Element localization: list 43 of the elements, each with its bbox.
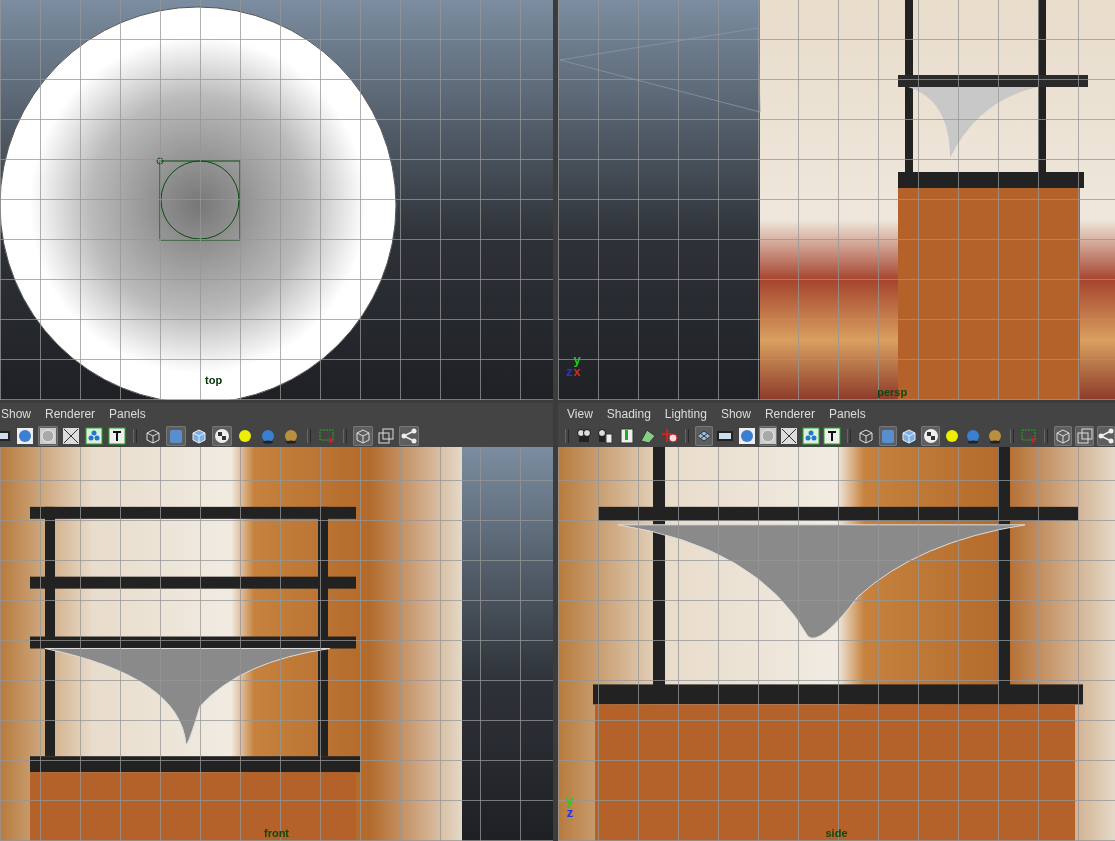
cube-icon[interactable] bbox=[878, 426, 897, 446]
viewport[interactable]: top bbox=[0, 0, 553, 400]
viewport[interactable]: y zx persp bbox=[558, 0, 1115, 400]
circle-icon[interactable] bbox=[38, 426, 58, 446]
book-icon[interactable] bbox=[617, 426, 636, 446]
menu-item[interactable]: Panels bbox=[104, 405, 151, 423]
grid-icon[interactable] bbox=[694, 426, 714, 446]
menu-item[interactable]: Lighting bbox=[659, 405, 712, 423]
box-icon[interactable] bbox=[1054, 426, 1073, 446]
viewport-label: persp bbox=[877, 386, 908, 398]
checker-icon[interactable] bbox=[921, 426, 940, 446]
axis-letter: y bbox=[566, 795, 574, 807]
dots-icon[interactable] bbox=[84, 426, 104, 446]
squares-icon[interactable] bbox=[1075, 426, 1094, 446]
menu-item[interactable]: Show bbox=[715, 405, 756, 423]
axis-letter: y bbox=[573, 354, 581, 366]
axis-letter: x bbox=[573, 366, 581, 378]
share-icon[interactable] bbox=[1096, 426, 1115, 446]
squares-icon[interactable] bbox=[376, 426, 396, 446]
share-icon[interactable] bbox=[399, 426, 419, 446]
box-icon[interactable] bbox=[353, 426, 373, 446]
viewport-label: front bbox=[264, 827, 289, 839]
text-icon[interactable] bbox=[107, 426, 127, 446]
menu-item[interactable]: Renderer bbox=[759, 405, 820, 423]
dots-icon[interactable] bbox=[801, 426, 820, 446]
menu-item[interactable]: Renderer bbox=[40, 405, 101, 423]
xray-icon[interactable] bbox=[780, 426, 799, 446]
checker-icon[interactable] bbox=[212, 426, 232, 446]
viewport-label: side bbox=[825, 827, 848, 839]
menu-item[interactable]: View bbox=[562, 405, 598, 423]
axis-letter: z bbox=[566, 366, 573, 378]
axis-letter: z bbox=[566, 807, 574, 819]
pan-icon[interactable] bbox=[660, 426, 679, 446]
sphere-icon[interactable] bbox=[737, 426, 756, 446]
menu-item[interactable]: Show bbox=[0, 405, 37, 423]
menu-item[interactable]: Shading bbox=[601, 405, 656, 423]
xray-icon[interactable] bbox=[61, 426, 81, 446]
sphere-icon[interactable] bbox=[15, 426, 35, 446]
menu-item[interactable]: Panels bbox=[823, 405, 871, 423]
text-icon[interactable] bbox=[823, 426, 842, 446]
camera-list-icon[interactable] bbox=[596, 426, 615, 446]
circle-icon[interactable] bbox=[758, 426, 778, 446]
viewport-label: top bbox=[203, 374, 225, 386]
